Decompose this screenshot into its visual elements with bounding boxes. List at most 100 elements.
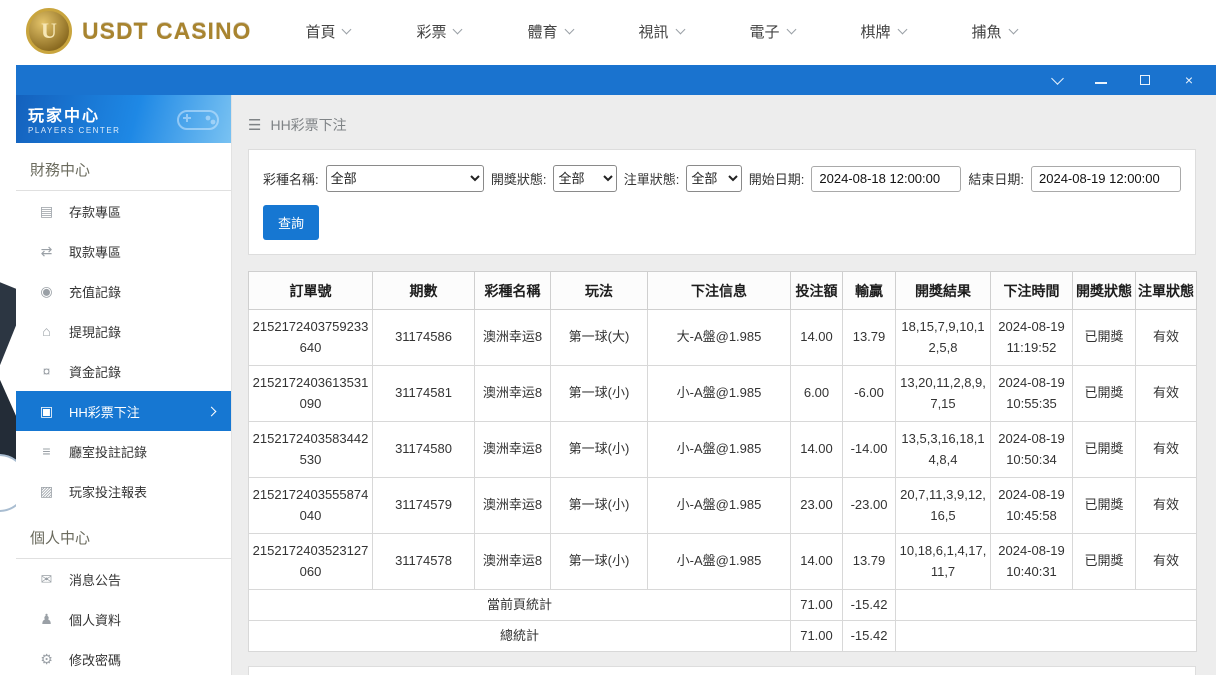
cell-bet-amount: 14.00	[790, 309, 843, 366]
table-row: 2152172403583442530 31174580 澳洲幸运8 第一球(小…	[248, 421, 1197, 478]
col-header-draw-result: 開獎結果	[895, 271, 991, 310]
draw-status-select[interactable]: 全部	[553, 165, 617, 192]
lottery-name-select[interactable]: 全部	[325, 165, 484, 192]
main-menu: 首頁 彩票 體育 視訊 電子 棋牌 捕魚	[305, 21, 1019, 42]
col-header-bet-amount: 投注額	[790, 271, 843, 310]
cell-period: 31174586	[372, 309, 475, 366]
sidebar-item-room-bet-records[interactable]: ≡ 廳室投註記錄	[16, 431, 231, 471]
nav-item-label: 首頁	[305, 23, 336, 41]
recharge-record-icon: ◉	[40, 282, 53, 299]
cell-draw-result: 20,7,11,3,9,12,16,5	[895, 477, 991, 534]
nav-item-live[interactable]: 視訊	[638, 21, 685, 42]
end-date-input[interactable]	[1031, 165, 1182, 192]
cell-order-no: 2152172403555874040	[248, 477, 373, 534]
sidebar-item-player-bet-report[interactable]: ▨ 玩家投注報表	[16, 471, 231, 511]
nav-item-cards[interactable]: 棋牌	[860, 21, 907, 42]
col-header-order-status: 注單狀態	[1135, 271, 1197, 310]
nav-item-fishing[interactable]: 捕魚	[972, 21, 1019, 42]
cell-draw-result: 10,18,6,1,4,17,11,7	[895, 533, 991, 590]
nav-item-label: 視訊	[638, 23, 669, 41]
close-icon: ×	[1184, 72, 1194, 88]
minimize-icon	[1095, 82, 1107, 84]
logo-badge-icon: U	[26, 8, 72, 54]
table-row: 2152172403555874040 31174579 澳洲幸运8 第一球(小…	[248, 477, 1197, 534]
cell-order-status: 有效	[1135, 533, 1197, 590]
sidebar-item-hh-lottery-bets[interactable]: ▣ HH彩票下注	[16, 391, 231, 431]
maximize-icon	[1140, 75, 1150, 85]
cell-order-no: 2152172403583442530	[248, 421, 373, 478]
sidebar: 玩家中心 PLAYERS CENTER 財務中心 ▤ 存款專區 ⇄ 取款專區 ◉…	[16, 95, 232, 675]
cell-draw-result: 18,15,7,9,10,12,5,8	[895, 309, 991, 366]
summary-row-total: 總統計 71.00 -15.42	[248, 620, 1197, 652]
sidebar-item-withdraw[interactable]: ⇄ 取款專區	[16, 231, 231, 271]
bell-icon: ✉	[40, 570, 53, 587]
cell-order-status: 有效	[1135, 477, 1197, 534]
cell-play-type: 第一球(小)	[550, 421, 648, 478]
start-date-input[interactable]	[811, 165, 962, 192]
cell-play-type: 第一球(大)	[550, 309, 648, 366]
chevron-down-icon	[1008, 24, 1019, 35]
window-body: 玩家中心 PLAYERS CENTER 財務中心 ▤ 存款專區 ⇄ 取款專區 ◉…	[16, 95, 1216, 675]
sidebar-item-label: 廳室投註記錄	[69, 444, 148, 460]
cell-lottery-name: 澳洲幸运8	[474, 421, 551, 478]
sidebar-item-label: 提現記錄	[69, 324, 122, 340]
cell-draw-status: 已開獎	[1072, 309, 1136, 366]
nav-item-label: 電子	[749, 23, 780, 41]
funds-record-icon: ¤	[42, 363, 51, 379]
cell-lottery-name: 澳洲幸运8	[474, 477, 551, 534]
cell-play-type: 第一球(小)	[550, 365, 648, 422]
withdraw-icon: ⇄	[40, 242, 53, 259]
cell-lottery-name: 澳洲幸运8	[474, 309, 551, 366]
sidebar-item-label: 修改密碼	[69, 652, 122, 668]
sidebar-item-profile[interactable]: ♟ 個人資料	[16, 599, 231, 639]
cell-bet-info: 小-A盤@1.985	[647, 533, 791, 590]
breadcrumb: ☰ HH彩票下注	[248, 95, 1196, 149]
sidebar-item-label: 存款專區	[69, 204, 122, 220]
col-header-play-type: 玩法	[550, 271, 648, 310]
pagination-panel-partial	[248, 666, 1196, 675]
chevron-right-icon	[206, 406, 217, 416]
cell-bet-info: 大-A盤@1.985	[647, 309, 791, 366]
nav-item-lottery[interactable]: 彩票	[416, 21, 463, 42]
sidebar-item-withdrawal-records[interactable]: ⌂ 提現記錄	[16, 311, 231, 351]
bets-table-card: 訂單號 期數 彩種名稱 玩法 下注信息 投注額 輸贏 開獎結果 下注時間 開獎狀…	[248, 271, 1197, 652]
sidebar-item-funds-records[interactable]: ¤ 資金記錄	[16, 351, 231, 391]
cell-draw-result: 13,5,3,16,18,14,8,4	[895, 421, 991, 478]
search-button[interactable]: 查詢	[263, 205, 320, 240]
cell-bet-info: 小-A盤@1.985	[647, 421, 791, 478]
cell-winloss: 13.79	[842, 309, 896, 366]
top-nav: U USDT CASINO 首頁 彩票 體育 視訊 電子 棋牌 捕魚	[0, 0, 1216, 62]
cell-order-no: 2152172403613531090	[248, 365, 373, 422]
order-status-select[interactable]: 全部	[686, 165, 742, 192]
window-collapse-button[interactable]	[1050, 71, 1064, 87]
window-close-button[interactable]: ×	[1182, 73, 1196, 87]
nav-item-slots[interactable]: 電子	[749, 21, 796, 42]
lottery-name-label: 彩種名稱:	[263, 172, 319, 187]
cell-lottery-name: 澳洲幸运8	[474, 365, 551, 422]
cell-winloss: 13.79	[842, 533, 896, 590]
deposit-icon: ▤	[39, 202, 54, 219]
col-header-bet-time: 下注時間	[990, 271, 1073, 310]
sidebar-item-label: 充值記錄	[69, 284, 122, 300]
lottery-bet-icon: ▣	[39, 402, 54, 419]
end-date-label: 結束日期:	[968, 172, 1025, 187]
background-shape	[0, 280, 16, 374]
window-minimize-button[interactable]	[1094, 73, 1108, 87]
window-maximize-button[interactable]	[1138, 73, 1152, 87]
sidebar-item-deposit[interactable]: ▤ 存款專區	[16, 191, 231, 231]
sidebar-item-announcements[interactable]: ✉ 消息公告	[16, 559, 231, 599]
cell-order-status: 有效	[1135, 365, 1197, 422]
sidebar-item-recharge-records[interactable]: ◉ 充值記錄	[16, 271, 231, 311]
cell-order-status: 有效	[1135, 309, 1197, 366]
order-status-label: 注單狀態:	[623, 172, 680, 187]
hamburger-menu-icon[interactable]: ☰	[248, 116, 261, 134]
screen: U USDT CASINO 首頁 彩票 體育 視訊 電子 棋牌 捕魚 × 玩家中…	[0, 0, 1216, 675]
chevron-down-icon	[453, 24, 463, 35]
cell-bet-time: 2024-08-19 11:19:52	[990, 309, 1073, 366]
site-logo[interactable]: U USDT CASINO	[26, 8, 251, 54]
nav-item-sports[interactable]: 體育	[527, 21, 574, 42]
nav-item-label: 棋牌	[860, 23, 891, 41]
nav-item-home[interactable]: 首頁	[305, 21, 352, 42]
sidebar-item-change-password[interactable]: ⚙ 修改密碼	[16, 639, 231, 675]
draw-status-label: 開獎狀態:	[490, 172, 547, 187]
